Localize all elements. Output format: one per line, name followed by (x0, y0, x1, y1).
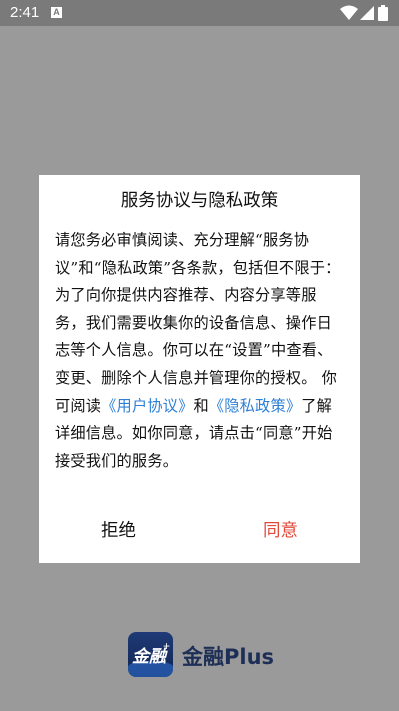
notification-a-icon: A (51, 7, 62, 18)
user-agreement-link[interactable]: 《用户协议》 (101, 397, 193, 415)
battery-icon (378, 5, 388, 21)
body-intro-text: 请您务必审慎阅读、充分理解“服务协议”和“隐私政策”各条款，包括但不限于：为了向… (55, 231, 341, 415)
logo-text: 金融 (132, 647, 166, 667)
dialog-body: 请您务必审慎阅读、充分理解“服务协议”和“隐私政策”各条款，包括但不限于：为了向… (55, 227, 345, 475)
body-and-text: 和 (193, 396, 209, 415)
agree-button[interactable]: 同意 (263, 517, 298, 542)
app-name: 金融Plus (182, 645, 275, 669)
reject-button[interactable]: 拒绝 (101, 517, 136, 542)
logo-plus: + (163, 639, 171, 653)
privacy-dialog: 服务协议与隐私政策 请您务必审慎阅读、充分理解“服务协议”和“隐私政策”各条款，… (39, 175, 360, 563)
privacy-policy-link[interactable]: 《隐私政策》 (209, 397, 301, 415)
status-bar: 2:41 A (0, 0, 399, 26)
dialog-title: 服务协议与隐私政策 (120, 191, 279, 211)
signal-icon (360, 6, 374, 20)
status-time: 2:41 (10, 4, 40, 21)
app-logo-icon: 金融 + (128, 632, 173, 677)
wifi-icon (340, 5, 358, 20)
